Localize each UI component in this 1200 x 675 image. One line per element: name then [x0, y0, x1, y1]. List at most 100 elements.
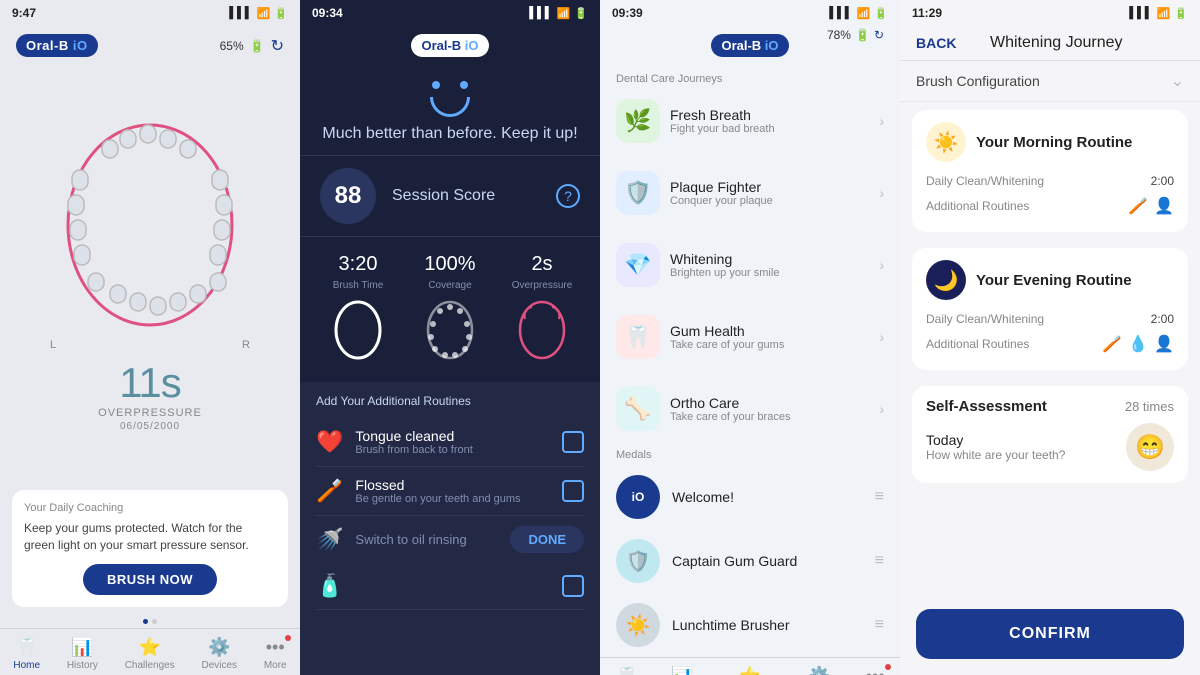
brush-config-row[interactable]: Brush Configuration ⌄ — [900, 61, 1200, 102]
journey-plaque[interactable]: 🛡️ Plaque Fighter Conquer your plaque › — [600, 161, 900, 225]
nav-history-3[interactable]: 📊 History — [667, 666, 698, 675]
battery-icon-3: 🔋 — [855, 28, 870, 42]
status-bar-2: 09:34 ▌▌▌ 📶 🔋 — [300, 0, 600, 26]
journey-whitening[interactable]: 💎 Whitening Brighten up your smile › — [600, 233, 900, 297]
history-icon-3: 📊 — [671, 666, 693, 675]
eye-right — [460, 81, 468, 89]
time-2: 09:34 — [312, 6, 343, 20]
fresh-breath-text: Fresh Breath Fight your bad breath — [670, 107, 879, 135]
done-button[interactable]: DONE — [510, 526, 584, 553]
help-icon[interactable]: ? — [556, 184, 580, 208]
tongue-checkbox[interactable] — [562, 431, 584, 453]
journey-ortho[interactable]: 🦴 Ortho Care Take care of your braces › — [600, 377, 900, 441]
captain-name: Captain Gum Guard — [672, 553, 863, 569]
status-bar-4: 11:29 ▌▌▌ 📶 🔋 — [900, 0, 1200, 26]
back-button[interactable]: BACK — [916, 35, 956, 51]
journey-fresh-breath[interactable]: 🌿 Fresh Breath Fight your bad breath › — [600, 89, 900, 153]
nav-challenges-label-1: Challenges — [125, 660, 175, 671]
nav-history-label-1: History — [67, 660, 98, 671]
routine-tongue-sub: Brush from back to front — [355, 444, 550, 456]
devices-icon-1: ⚙️ — [208, 637, 230, 658]
panel-journeys: 09:39 ▌▌▌ 📶 🔋 Oral-B iO 78% 🔋 ↻ Dental C… — [600, 0, 900, 675]
sa-count: 28 times — [1125, 399, 1174, 414]
panel-session: 09:34 ▌▌▌ 📶 🔋 Oral-B iO Much better than… — [300, 0, 600, 675]
nav-more-3[interactable]: ••• More — [864, 666, 887, 675]
brush-now-button[interactable]: BRUSH NOW — [83, 564, 217, 595]
routine-flossed: 🪥 Flossed Be gentle on your teeth and gu… — [316, 467, 584, 516]
bottom-nav-1: 🦷 Home 📊 History ⭐ Challenges ⚙️ Devices… — [0, 628, 300, 675]
morning-icons: 🪥 👤 — [1128, 196, 1174, 216]
wifi-4: 📶 — [1157, 7, 1171, 20]
medal-captain: 🛡️ Captain Gum Guard ≡ — [600, 529, 900, 593]
routines-title: Add Your Additional Routines — [316, 394, 584, 408]
app-header-3: Oral-B iO 78% 🔋 ↻ — [600, 26, 900, 65]
signal-icon: ▌▌▌ — [229, 7, 252, 19]
gum-icon: 🦷 — [616, 315, 660, 359]
stat-val-1: 100% — [424, 253, 475, 276]
nav-more-1[interactable]: ••• More — [264, 637, 287, 671]
tongue-icon: ❤️ — [316, 429, 343, 455]
stat-val-0: 3:20 — [339, 253, 378, 276]
routine-tongue-text: Tongue cleaned Brush from back to front — [355, 428, 550, 456]
journey-gum[interactable]: 🦷 Gum Health Take care of your gums › — [600, 305, 900, 369]
extra-checkbox[interactable] — [562, 575, 584, 597]
panel-home: 9:47 ▌▌▌ 📶 🔋 Oral-B iO 65% 🔋 ↻ — [0, 0, 300, 675]
eye-left — [432, 81, 440, 89]
captain-menu[interactable]: ≡ — [875, 552, 884, 570]
floss-icon: 🪥 — [316, 478, 343, 504]
confirm-button[interactable]: CONFIRM — [916, 609, 1184, 659]
nav-challenges-1[interactable]: ⭐ Challenges — [125, 637, 175, 671]
journey-nav-bar: BACK Whitening Journey — [900, 26, 1200, 61]
sa-header: Self-Assessment 28 times — [926, 398, 1174, 415]
evening-clean-value: 2:00 — [1151, 312, 1174, 326]
evening-icon-person: 👤 — [1154, 334, 1174, 354]
stats-grid: 3:20 Brush Time 100% Coverage — [300, 236, 600, 382]
lunchtime-menu[interactable]: ≡ — [875, 616, 884, 634]
status-bar-3: 09:39 ▌▌▌ 📶 🔋 — [600, 0, 900, 26]
gum-desc: Take care of your gums — [670, 339, 879, 351]
chevron-fresh: › — [879, 113, 884, 129]
wifi-icon: 📶 — [257, 7, 271, 20]
sa-today-text: Today How white are your teeth? — [926, 432, 1116, 462]
welcome-menu[interactable]: ≡ — [875, 488, 884, 506]
whitening-text: Whitening Brighten up your smile — [670, 251, 879, 279]
morning-clean-label: Daily Clean/Whitening — [926, 174, 1044, 188]
stat-coverage: 100% Coverage — [408, 253, 492, 366]
plaque-name: Plaque Fighter — [670, 179, 879, 195]
session-message: Much better than before. Keep it up! — [300, 125, 600, 155]
refresh-icon-1[interactable]: ↻ — [271, 36, 284, 56]
more-icon-1: ••• — [266, 637, 285, 658]
nav-challenges-3[interactable]: ⭐ Challenges — [725, 666, 775, 675]
ortho-desc: Take care of your braces — [670, 411, 879, 423]
smile — [430, 97, 470, 117]
nav-history-1[interactable]: 📊 History — [67, 637, 98, 671]
whitening-name: Whitening — [670, 251, 879, 267]
routine-tongue-name: Tongue cleaned — [355, 428, 550, 444]
morning-title: Your Morning Routine — [976, 134, 1132, 151]
stat-vis-0 — [333, 299, 383, 366]
notification-dot-1 — [285, 635, 291, 641]
welcome-icon: iO — [616, 475, 660, 519]
plaque-desc: Conquer your plaque — [670, 195, 879, 207]
routine-extra: 🧴 — [316, 563, 584, 610]
journey-title: Whitening Journey — [968, 34, 1144, 52]
nav-home-3[interactable]: 🦷 Home — [613, 666, 640, 675]
right-label: R — [242, 339, 250, 351]
medal-lunchtime: ☀️ Lunchtime Brusher ≡ — [600, 593, 900, 657]
refresh-3[interactable]: ↻ — [874, 28, 884, 42]
stat-overpressure: 2s Overpressure — [500, 253, 584, 366]
sa-today-label: Today — [926, 432, 1116, 448]
morning-card-header: ☀️ Your Morning Routine — [926, 122, 1174, 162]
nav-home-1[interactable]: 🦷 Home — [13, 637, 40, 671]
battery-icon: 🔋 — [274, 7, 288, 20]
left-label: L — [50, 339, 56, 351]
oral-b-logo-3: Oral-B iO — [711, 34, 788, 57]
fresh-breath-icon: 🌿 — [616, 99, 660, 143]
captain-icon: 🛡️ — [616, 539, 660, 583]
floss-checkbox[interactable] — [562, 480, 584, 502]
nav-devices-1[interactable]: ⚙️ Devices — [201, 637, 237, 671]
evening-icon: 🌙 — [926, 260, 966, 300]
time-1: 9:47 — [12, 6, 36, 20]
status-icons-1: ▌▌▌ 📶 🔋 — [229, 7, 288, 20]
nav-devices-3[interactable]: ⚙️ Devices — [801, 666, 837, 675]
